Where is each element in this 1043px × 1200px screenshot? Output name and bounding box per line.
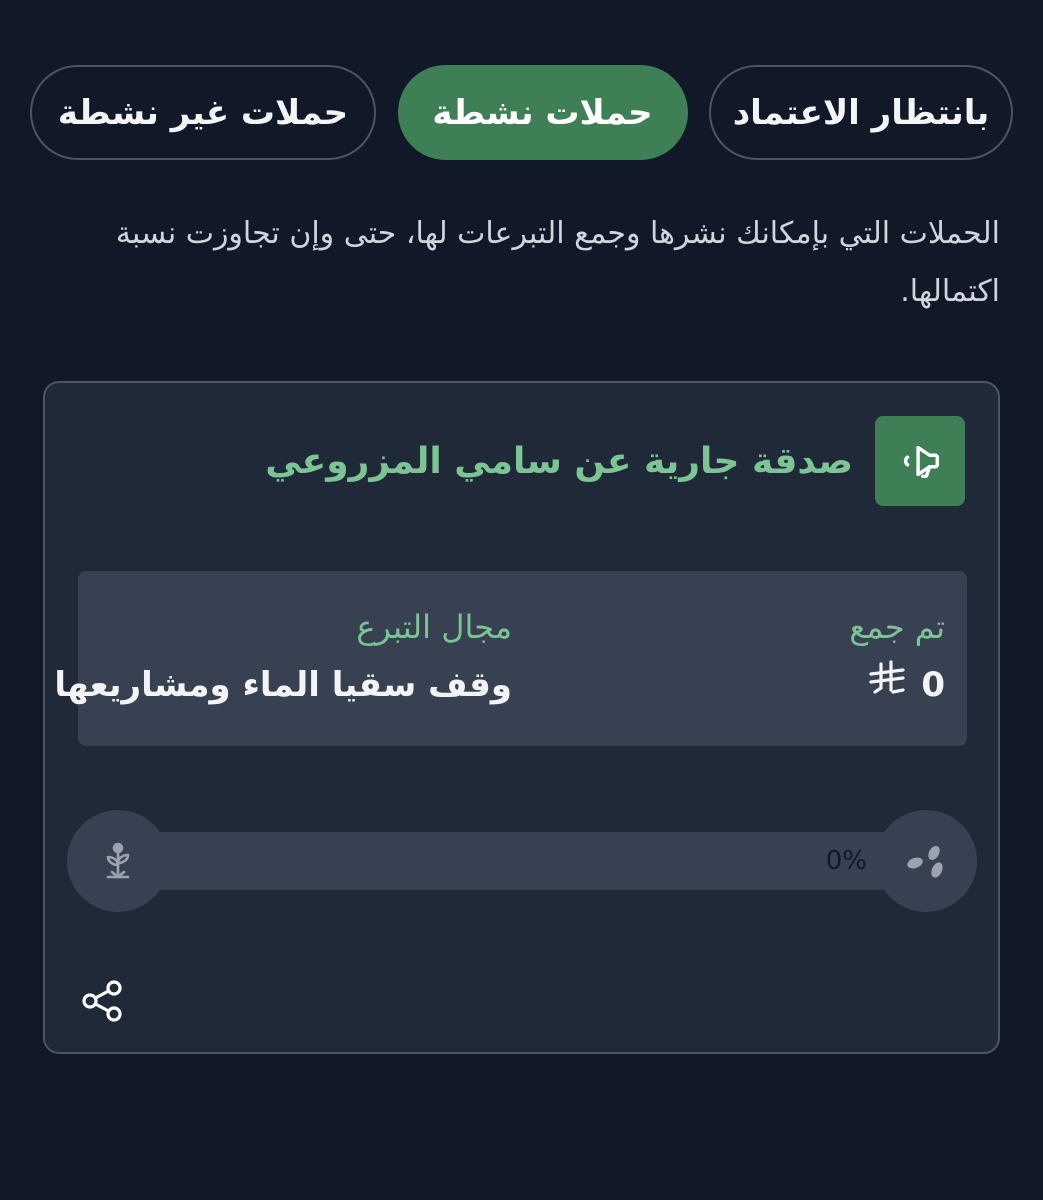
campaign-card[interactable]: صدقة جارية عن سامي المزروعي تم جمع 0 مجا… [43,381,1000,1054]
campaign-title[interactable]: صدقة جارية عن سامي المزروعي [265,441,853,482]
progress-bar [107,832,937,890]
riyal-icon [867,655,907,715]
share-button[interactable] [78,978,128,1028]
donation-field-value: وقف سقيا الماء ومشاريعها [54,665,512,705]
campaign-progress: 0% [67,810,977,912]
megaphone-icon [875,416,965,506]
tab-pending-approval[interactable]: بانتظار الاعتماد [709,65,1013,160]
collected-value: 0 [849,655,945,715]
share-icon [80,978,126,1028]
donation-field-label: مجال التبرع [356,608,512,646]
campaign-info-panel: تم جمع 0 مجال التبرع وقف سقيا الماء ومشا… [54,571,967,746]
progress-percentage: 0% [825,846,867,876]
campaign-header: صدقة جارية عن سامي المزروعي [265,416,965,506]
collected-amount: 0 [921,665,945,705]
collected-section: تم جمع 0 [849,599,945,715]
plant-icon [67,810,169,912]
tab-active-campaigns[interactable]: حملات نشطة [397,65,688,160]
donation-field-section: مجال التبرع وقف سقيا الماء ومشاريعها [54,599,512,715]
tab-description: الحملات التي بإمكانك نشرها وجمع التبرعات… [115,216,1000,309]
campaign-tabs: حملات غير نشطة حملات نشطة بانتظار الاعتم… [30,65,1013,162]
tab-inactive-campaigns[interactable]: حملات غير نشطة [30,65,376,160]
collected-label: تم جمع [849,608,945,646]
seeds-icon [875,810,977,912]
